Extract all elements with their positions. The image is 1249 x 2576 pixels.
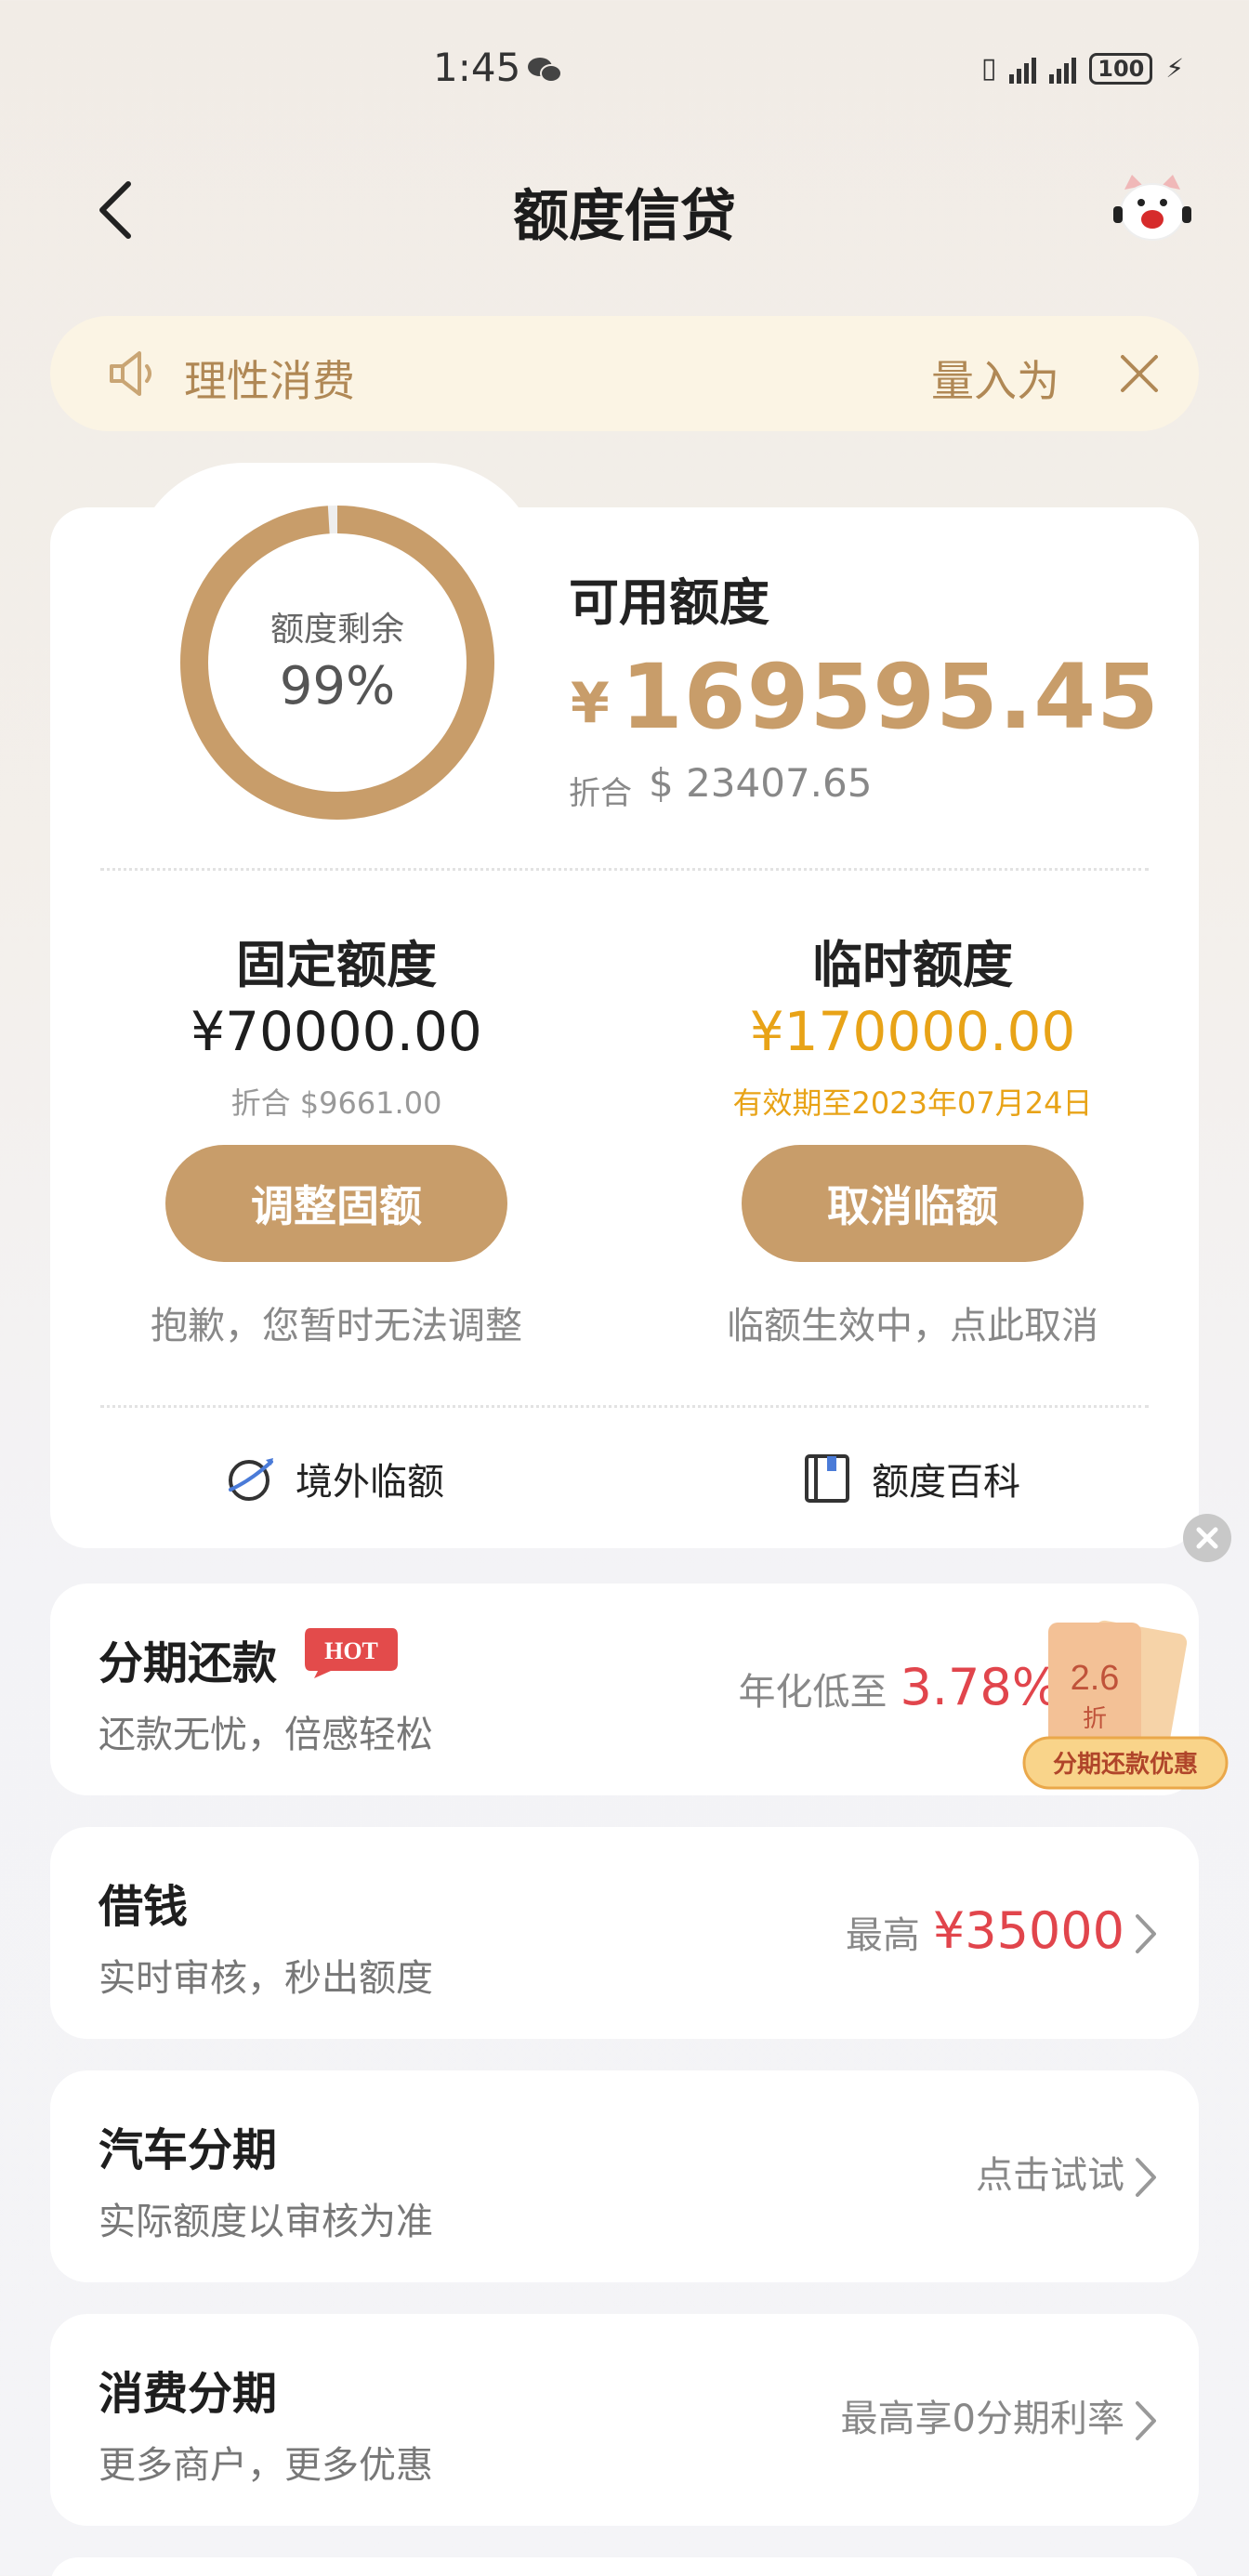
list-item-title: 汽车分期 — [99, 2124, 278, 2176]
page-title: 额度信贷 — [513, 184, 736, 249]
ring-percent: 99% — [279, 656, 396, 716]
list-item-rate: 年化低至 3.78% — [738, 1658, 1059, 1716]
book-icon — [805, 1454, 849, 1503]
list-item-subtitle: 还款无忧，倍感轻松 — [99, 1714, 433, 1756]
signal-icon-1 — [1009, 54, 1037, 84]
status-icons: ▯ 100 ⚡ — [981, 52, 1184, 85]
overseas-temp-quota-link[interactable]: 境外临额 — [225, 1452, 444, 1505]
available-quota-label: 可用额度 — [569, 573, 769, 632]
notice-scroll-text: 量入为出 — [931, 356, 1056, 406]
offer-label: 最高享0分期利率 — [840, 2398, 1124, 2440]
hot-badge-text: HOT — [324, 1637, 378, 1664]
temp-quota-validity: 有效期至2023年07月24日 — [732, 1085, 1093, 1121]
list-item-title: 借钱 — [99, 1881, 189, 1933]
cancel-temp-button[interactable]: 取消临额 — [742, 1145, 1084, 1262]
list-item-subtitle: 更多商户，更多优惠 — [99, 2444, 433, 2487]
temp-quota-amount: ¥170000.00 — [749, 1000, 1076, 1063]
list-item-action: 点击试试 — [976, 2145, 1124, 2199]
installment-promo-badge[interactable]: 2.6 折 分期还款优惠 — [1020, 1604, 1230, 1795]
action-label: 点击试试 — [976, 2154, 1124, 2197]
promo-discount-unit: 折 — [1083, 1704, 1107, 1732]
list-item-subtitle: 实际额度以审核为准 — [99, 2201, 433, 2243]
temp-quota-title: 临时额度 — [812, 936, 1013, 994]
notice-bar[interactable]: 理性消费 量入为出 — [50, 316, 1199, 431]
customer-service-mascot-icon[interactable] — [1111, 171, 1193, 245]
list-item-title: 分期还款 — [99, 1637, 278, 1689]
wechat-icon — [528, 58, 562, 83]
fixed-quota-equiv: 折合 $9661.00 — [230, 1085, 442, 1121]
charging-icon: ⚡ — [1165, 53, 1184, 84]
adjust-fixed-button[interactable]: 调整固额 — [165, 1145, 507, 1262]
quota-encyclopedia-label: 额度百科 — [872, 1461, 1020, 1504]
max-value: ¥35000 — [932, 1901, 1124, 1960]
divider — [100, 1405, 1149, 1408]
globe-plane-icon — [229, 1458, 273, 1501]
close-icon[interactable] — [1115, 349, 1164, 398]
list-item-borrow[interactable]: 借钱 实时审核，秒出额度 最高 ¥35000 — [50, 1827, 1199, 2039]
close-promo-icon[interactable] — [1182, 1513, 1232, 1563]
speaker-icon — [110, 351, 151, 396]
list-item-car-installment[interactable]: 汽车分期 实际额度以审核为准 点击试试 — [50, 2070, 1199, 2282]
list-item-title: 消费分期 — [99, 2368, 278, 2420]
currency-symbol: ¥ — [571, 671, 610, 736]
fixed-quota-note: 抱歉，您暂时无法调整 — [151, 1305, 522, 1347]
hot-badge: HOT — [305, 1628, 398, 1678]
fixed-quota-amount: ¥70000.00 — [191, 1000, 482, 1063]
status-bar: 1:45 ▯ 100 ⚡ — [0, 0, 1249, 139]
equiv-label: 折合 — [569, 775, 632, 812]
equiv-amount: $ 23407.65 — [649, 760, 873, 806]
rate-label: 年化低至 — [738, 1671, 887, 1714]
notice-text: 理性消费 — [184, 356, 355, 406]
temp-quota-note[interactable]: 临额生效中，点此取消 — [652, 1295, 1173, 1349]
chevron-right-icon — [1136, 2158, 1156, 2197]
divider — [100, 868, 1149, 871]
chevron-right-icon — [1136, 2401, 1156, 2440]
vibrate-icon: ▯ — [980, 52, 997, 85]
promo-discount: 2.6 — [1071, 1659, 1120, 1698]
chevron-right-icon — [1136, 1914, 1156, 1953]
fixed-quota-title: 固定额度 — [236, 936, 437, 994]
overseas-temp-quota-label: 境外临额 — [296, 1461, 444, 1504]
promo-label: 分期还款优惠 — [1053, 1750, 1198, 1778]
status-time: 1:45 — [433, 45, 521, 90]
quota-encyclopedia-link[interactable]: 额度百科 — [801, 1452, 1020, 1505]
list-item-consumer-installment[interactable]: 消费分期 更多商户，更多优惠 最高享0分期利率 — [50, 2314, 1199, 2526]
list-item-max: 最高 ¥35000 — [846, 1901, 1124, 1960]
list-item-subtitle: 实时审核，秒出额度 — [99, 1957, 433, 2000]
signal-icon-2 — [1049, 54, 1077, 84]
available-quota-amount: 169595.45 — [621, 645, 1160, 749]
list-item-partial — [50, 2557, 1199, 2576]
battery-icon: 100 — [1089, 52, 1153, 85]
ring-label: 额度剩余 — [270, 611, 404, 649]
max-label: 最高 — [845, 1914, 920, 1957]
list-item-offer: 最高享0分期利率 — [841, 2388, 1124, 2442]
